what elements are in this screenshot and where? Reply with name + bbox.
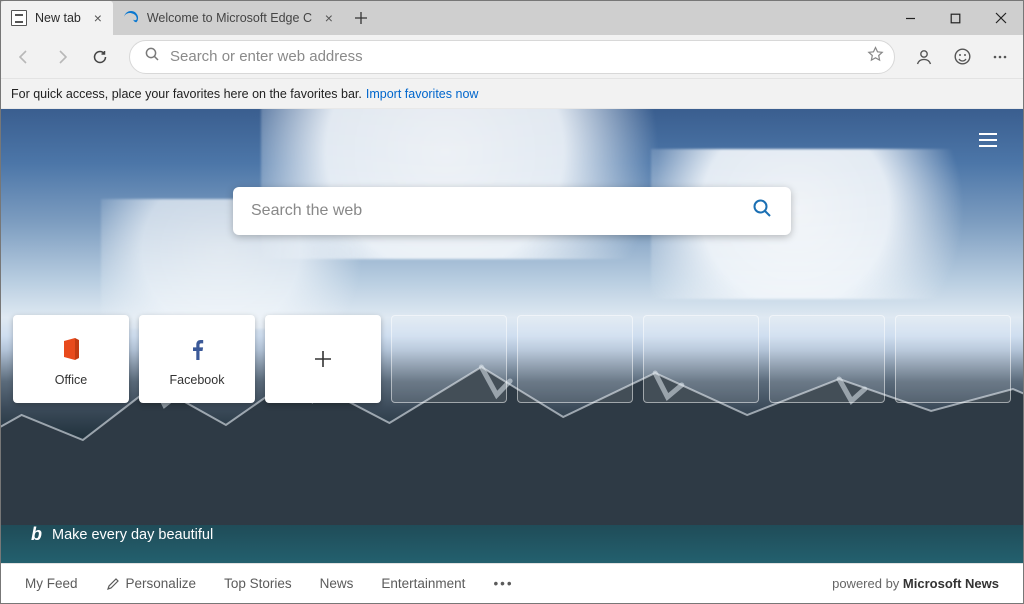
nav-top-stories[interactable]: Top Stories — [224, 576, 292, 591]
bing-icon: b — [31, 524, 42, 545]
bing-tagline[interactable]: b Make every day beautiful — [31, 524, 213, 545]
plus-icon — [313, 341, 333, 377]
bing-tagline-text: Make every day beautiful — [52, 527, 213, 543]
pencil-icon — [106, 577, 120, 591]
quick-links-row: Office Facebook — [13, 315, 1011, 403]
window-controls — [888, 1, 1023, 35]
new-tab-page: Office Facebook b Make every day — [1, 109, 1023, 563]
window-minimize-button[interactable] — [888, 1, 933, 35]
tile-label: Facebook — [170, 373, 225, 387]
back-button[interactable] — [7, 40, 41, 74]
settings-menu-button[interactable] — [983, 40, 1017, 74]
tab-welcome-edge[interactable]: Welcome to Microsoft Edge Can × — [113, 1, 344, 35]
favorite-star-icon[interactable] — [867, 46, 884, 68]
nav-my-feed[interactable]: My Feed — [25, 576, 78, 591]
tile-label: Office — [55, 373, 87, 387]
tile-add[interactable] — [265, 315, 381, 403]
new-tab-button[interactable] — [344, 1, 378, 35]
search-icon — [144, 46, 160, 67]
tab-title: New tab — [35, 11, 81, 25]
favorites-bar: For quick access, place your favorites h… — [1, 79, 1023, 109]
search-icon[interactable] — [751, 197, 773, 225]
tile-placeholder — [895, 315, 1011, 403]
toolbar — [1, 35, 1023, 79]
news-credit: powered by Microsoft News — [832, 576, 999, 591]
nav-entertainment[interactable]: Entertainment — [381, 576, 465, 591]
tile-office[interactable]: Office — [13, 315, 129, 403]
web-search-input[interactable] — [251, 202, 751, 220]
facebook-icon — [186, 331, 208, 367]
new-tab-favicon — [11, 10, 27, 26]
address-input[interactable] — [170, 48, 867, 65]
tile-placeholder — [391, 315, 507, 403]
nav-personalize[interactable]: Personalize — [106, 576, 197, 591]
tile-facebook[interactable]: Facebook — [139, 315, 255, 403]
feedback-button[interactable] — [945, 40, 979, 74]
window-close-button[interactable] — [978, 1, 1023, 35]
favorites-bar-prompt: For quick access, place your favorites h… — [11, 87, 362, 101]
tab-close-icon[interactable]: × — [91, 10, 105, 26]
tile-placeholder — [643, 315, 759, 403]
window-maximize-button[interactable] — [933, 1, 978, 35]
office-icon — [58, 331, 84, 367]
address-bar[interactable] — [129, 40, 895, 74]
forward-button[interactable] — [45, 40, 79, 74]
tab-new-tab[interactable]: New tab × — [1, 1, 113, 35]
import-favorites-link[interactable]: Import favorites now — [366, 87, 479, 101]
nav-news[interactable]: News — [320, 576, 354, 591]
profile-button[interactable] — [907, 40, 941, 74]
nav-more[interactable]: ••• — [493, 576, 513, 591]
titlebar: New tab × Welcome to Microsoft Edge Can … — [1, 1, 1023, 35]
tile-placeholder — [769, 315, 885, 403]
edge-favicon — [123, 10, 139, 26]
refresh-button[interactable] — [83, 40, 117, 74]
web-search-box[interactable] — [233, 187, 791, 235]
browser-window: { "tabs": [ { "title": "New tab", "activ… — [0, 0, 1024, 604]
tab-title: Welcome to Microsoft Edge Can — [147, 11, 312, 25]
page-settings-button[interactable] — [977, 131, 999, 154]
tab-close-icon[interactable]: × — [322, 10, 336, 26]
news-nav: My Feed Personalize Top Stories News Ent… — [1, 563, 1023, 603]
titlebar-drag-region — [378, 1, 888, 35]
tile-placeholder — [517, 315, 633, 403]
